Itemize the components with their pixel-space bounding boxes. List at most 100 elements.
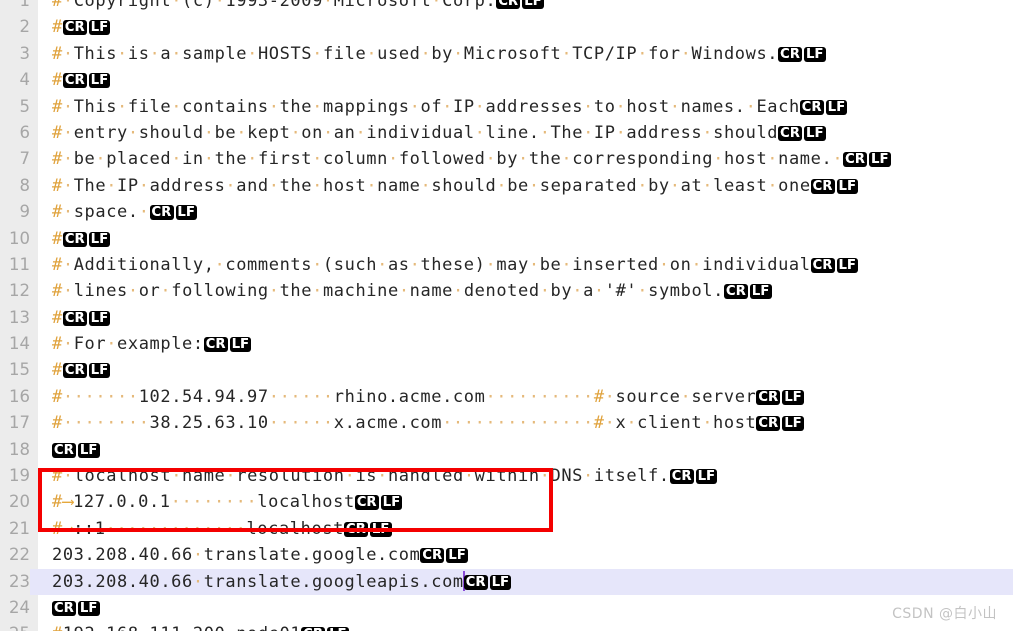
whitespace-dot: ·	[658, 254, 670, 275]
line-content[interactable]: #192.168.111.200·node01CRLF	[52, 621, 349, 631]
code-token: 1993-2009	[225, 0, 323, 11]
line-content[interactable]: #·localhost·name·resolution·is·handled·w…	[52, 463, 718, 489]
crlf-eol-badge: CRLF	[149, 199, 198, 225]
code-line[interactable]: 25 #192.168.111.200·node01CRLF	[0, 621, 1013, 631]
code-line[interactable]: 2 # CR LF	[0, 14, 1013, 41]
code-line[interactable]: 20 #⟶127.0.0.1········localhost CR LF	[0, 489, 1013, 516]
code-token: following	[171, 281, 269, 302]
code-line[interactable]: 13 # CR LF	[0, 304, 1013, 332]
line-content[interactable]: # CR LF	[52, 67, 111, 93]
line-content[interactable]: # CR LF	[52, 226, 111, 252]
whitespace-dot: ·	[409, 96, 421, 117]
line-content[interactable]: CR LF	[52, 437, 100, 463]
lf-badge: LF	[869, 152, 891, 168]
line-content[interactable]: # CR LF	[52, 357, 111, 383]
cr-badge: CR	[62, 310, 87, 326]
whitespace-dot: ·	[409, 254, 421, 275]
whitespace-dot: ·	[62, 254, 74, 275]
code-line[interactable]: 3 #·This·is·a·sample·HOSTS·file·used·by·M…	[0, 40, 1013, 68]
code-token: The	[550, 122, 584, 143]
code-token: should	[138, 122, 204, 143]
code-line[interactable]: 1 #·Copyright·(c)·1993-2009·Microsoft·Cor…	[0, 0, 1013, 15]
whitespace-dot: ·	[583, 466, 594, 487]
line-content[interactable]: #·This·file·contains·the·mappings·of·IP·…	[52, 94, 848, 120]
line-number: 18	[0, 436, 30, 464]
line-content[interactable]: #·space.· CR LF	[52, 199, 198, 225]
code-line[interactable]: 4 # CR LF	[0, 67, 1013, 94]
line-content[interactable]: #·The·IP·address·and·the·host·name·shoul…	[52, 173, 859, 199]
code-token: corresponding	[572, 149, 714, 170]
code-line[interactable]: 21 #⟶::1·············localhost CR LF	[0, 515, 1013, 543]
lf-badge: LF	[804, 125, 826, 141]
line-content[interactable]: #·Additionally,·comments·(such·as·these)…	[52, 252, 859, 278]
line-content[interactable]: CR LF	[52, 595, 100, 621]
code-line[interactable]: 14 #·For·example: CR LF	[0, 331, 1013, 358]
whitespace-dot: ·	[767, 149, 779, 170]
code-line[interactable]: 17 #········38.25.63.10······x.acme.com··…	[0, 410, 1013, 437]
line-content[interactable]: #·Copyright·(c)·1993-2009·Microsoft·Corp…	[52, 0, 544, 14]
code-line[interactable]: 23 203.208.40.66·translate.googleapis.com…	[0, 568, 1013, 595]
code-line[interactable]: 24 CR LF	[0, 594, 1013, 622]
code-line[interactable]: 16 #·······102.54.94.97······rhino.acme.c…	[0, 383, 1013, 411]
code-line[interactable]: 15 # CR LF	[0, 357, 1013, 384]
line-content[interactable]: #·entry·should·be·kept·on·an·individual·…	[52, 120, 826, 146]
lf-badge: LF	[522, 0, 544, 9]
line-content[interactable]: #·······102.54.94.97······rhino.acme.com…	[52, 384, 804, 410]
whitespace-dot: ·	[138, 175, 150, 196]
code-line[interactable]: 8 #·The·IP·address·and·the·host·name·shou…	[0, 172, 1013, 200]
code-token: HOSTS	[257, 43, 313, 64]
comment-hash: #	[52, 492, 63, 513]
cr-badge: CR	[778, 46, 803, 62]
code-token: This	[73, 96, 118, 117]
line-content[interactable]: 203.208.40.66·translate.googleapis.com CR…	[52, 569, 512, 595]
whitespace-dot: ·	[62, 466, 74, 487]
code-token: the	[279, 175, 313, 196]
line-content[interactable]: # CR LF	[52, 14, 111, 40]
whitespace-dot: ·	[387, 149, 399, 170]
code-line[interactable]: 11 #·Additionally,·comments·(such·as·thes…	[0, 251, 1013, 279]
code-token: should	[713, 122, 779, 143]
code-token: '#'	[604, 281, 638, 302]
code-token: is	[127, 43, 150, 64]
whitespace-dot: ·	[138, 202, 150, 223]
code-token: Windows.	[691, 43, 779, 64]
comment-hash: #	[52, 17, 63, 38]
code-editor-content[interactable]: 1 #·Copyright·(c)·1993-2009·Microsoft·Cor…	[0, 0, 1013, 631]
line-content[interactable]: #⟶::1·············localhost CR LF	[52, 516, 392, 542]
line-content[interactable]: #·lines·or·following·the·machine·name·de…	[52, 278, 772, 304]
line-number: 17	[0, 410, 30, 437]
crlf-eol-badge: CRLF	[62, 226, 111, 252]
lf-badge: LF	[327, 627, 349, 631]
code-line[interactable]: 12 #·lines·or·following·the·machine·name·…	[0, 278, 1013, 305]
whitespace-dot: ·	[377, 254, 388, 275]
line-content[interactable]: #·be·placed·in·the·first·column·followed…	[52, 146, 891, 172]
line-content[interactable]: #⟶127.0.0.1········localhost CR LF	[52, 489, 403, 515]
whitespace-dot: ·	[192, 571, 204, 592]
whitespace-dot: ··············	[442, 413, 594, 434]
code-line[interactable]: 7 #·be·placed·in·the·first·column·followe…	[0, 146, 1013, 173]
comment-hash: #	[52, 149, 63, 170]
line-content[interactable]: #········38.25.63.10······x.acme.com····…	[52, 410, 804, 436]
code-line[interactable]: 19 #·localhost·name·resolution·is·handled…	[0, 463, 1013, 490]
code-line[interactable]: 9 #·space.· CR LF	[0, 199, 1013, 226]
whitespace-dot: ·	[95, 149, 107, 170]
code-line[interactable]: 18 CR LF	[0, 436, 1013, 464]
whitespace-dot: ·	[247, 43, 258, 64]
code-token: file	[127, 96, 172, 117]
line-content[interactable]: #·For·example: CR LF	[52, 331, 252, 357]
line-content[interactable]: # CR LF	[52, 305, 111, 331]
comment-hash: #	[52, 386, 63, 407]
code-line[interactable]: 10 # CR LF	[0, 225, 1013, 252]
comment-hash: #	[52, 0, 63, 11]
code-line[interactable]: 22 203.208.40.66·translate.google.com CR LF	[0, 542, 1013, 569]
whitespace-dot: ········	[170, 492, 258, 513]
line-content[interactable]: #·This·is·a·sample·HOSTS·file·used·by·Mi…	[52, 41, 826, 67]
cr-badge: CR	[756, 416, 781, 432]
line-number: 1	[0, 0, 30, 15]
line-content[interactable]: 203.208.40.66·translate.google.com CR LF	[52, 542, 468, 568]
code-token: ::1	[73, 518, 106, 539]
line-number: 12	[0, 278, 30, 305]
code-line[interactable]: 5 #·This·file·contains·the·mappings·of·IP…	[0, 93, 1013, 120]
code-token: these)	[420, 254, 486, 275]
code-line[interactable]: 6 #·entry·should·be·kept·on·an·individual…	[0, 119, 1013, 147]
